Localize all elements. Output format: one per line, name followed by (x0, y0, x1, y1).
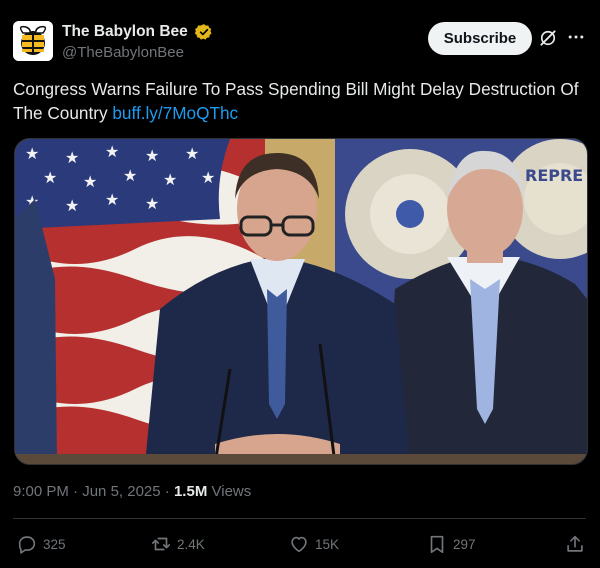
svg-text:★: ★ (105, 190, 119, 209)
subscribe-button[interactable]: Subscribe (428, 22, 532, 55)
views-count: 1.5M (173, 483, 208, 500)
svg-text:★: ★ (65, 148, 79, 167)
svg-text:★: ★ (65, 196, 79, 215)
post-image[interactable]: ★ ★ ★ ★ ★ ★ ★ ★ ★ ★ ★ ★ ★ ★ REPRE (14, 138, 588, 465)
meta-separator: · (164, 483, 170, 500)
bookmark-button[interactable]: 297 (426, 530, 476, 558)
babylon-bee-logo-icon (13, 21, 53, 61)
display-name[interactable]: The Babylon Bee (62, 23, 188, 41)
post-time[interactable]: 9:00 PM (13, 483, 69, 500)
svg-text:★: ★ (83, 172, 97, 191)
reply-button[interactable]: 325 (16, 530, 66, 558)
svg-text:★: ★ (105, 142, 119, 161)
repost-button[interactable]: 2.4K (150, 530, 205, 558)
share-icon (567, 535, 583, 552)
divider (13, 518, 586, 519)
post-date[interactable]: Jun 5, 2025 (82, 483, 160, 500)
press-conference-photo: ★ ★ ★ ★ ★ ★ ★ ★ ★ ★ ★ ★ ★ ★ REPRE (15, 139, 587, 464)
like-count: 15K (315, 536, 340, 552)
verified-badge-icon[interactable] (195, 23, 213, 41)
post-link[interactable]: buff.ly/7MoQThc (112, 103, 238, 123)
share-button[interactable] (564, 530, 586, 558)
post-body: Congress Warns Failure To Pass Spending … (13, 79, 579, 123)
grok-icon[interactable] (538, 28, 558, 48)
avatar[interactable] (13, 21, 53, 61)
post-meta: 9:00 PM · Jun 5, 2025 · 1.5M Views (13, 483, 251, 500)
svg-text:REPRE: REPRE (525, 166, 583, 185)
bookmark-icon (430, 535, 444, 554)
svg-text:★: ★ (43, 168, 57, 187)
more-icon[interactable] (566, 27, 586, 47)
svg-text:★: ★ (145, 146, 159, 165)
reply-count: 325 (43, 536, 66, 552)
svg-text:★: ★ (185, 144, 199, 163)
post-text: Congress Warns Failure To Pass Spending … (13, 77, 583, 125)
reply-icon (18, 536, 36, 554)
repost-count: 2.4K (177, 536, 205, 552)
heart-icon (291, 536, 307, 553)
meta-separator: · (73, 483, 79, 500)
post-header: The Babylon Bee @TheBabylonBee Subscribe (13, 21, 586, 65)
views-label: Views (211, 483, 252, 500)
action-bar: 325 2.4K 15K 297 (13, 530, 586, 558)
handle[interactable]: @TheBabylonBee (62, 44, 213, 61)
svg-text:★: ★ (163, 170, 177, 189)
svg-text:★: ★ (25, 144, 39, 163)
svg-text:★: ★ (201, 168, 215, 187)
bookmark-count: 297 (453, 536, 476, 552)
account-names: The Babylon Bee @TheBabylonBee (62, 23, 213, 61)
repost-icon (151, 537, 171, 551)
svg-text:★: ★ (145, 194, 159, 213)
svg-text:★: ★ (123, 166, 137, 185)
like-button[interactable]: 15K (288, 530, 339, 558)
